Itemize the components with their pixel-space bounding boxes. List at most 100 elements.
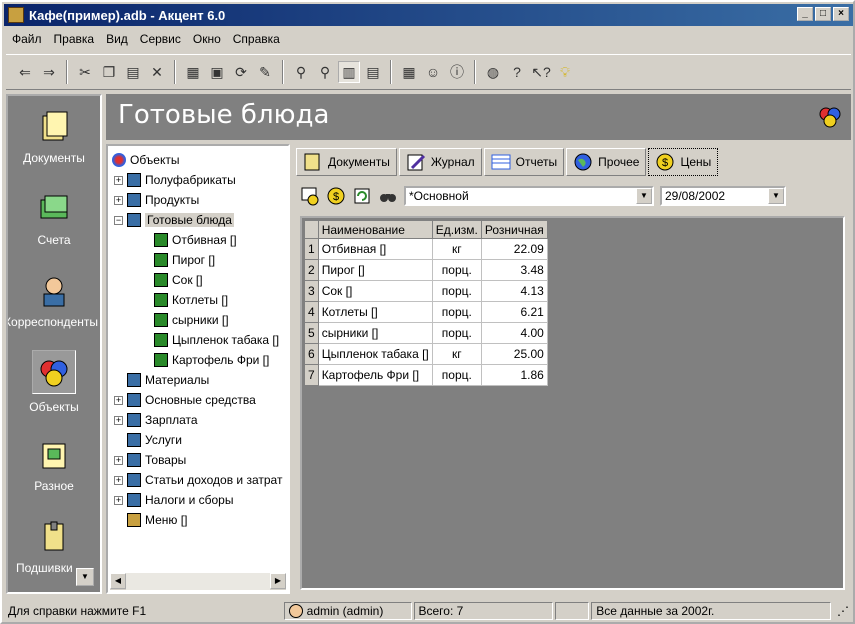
tree-node[interactable]: Меню [] [127, 510, 187, 530]
info-icon[interactable]: ⓘ [446, 61, 468, 83]
cell-name[interactable]: сырники [] [317, 322, 433, 344]
chevron-down-icon[interactable]: ▼ [636, 188, 652, 204]
tip-icon[interactable]: 💡︎ [554, 61, 576, 83]
sidebar-item-documents[interactable]: Документы [8, 110, 100, 165]
tree-node[interactable]: + Статьи доходов и затрат [114, 470, 282, 490]
refresh-icon[interactable]: ⟳ [230, 61, 252, 83]
find-icon[interactable] [378, 186, 398, 206]
tab-journal[interactable]: Журнал [398, 148, 482, 176]
object-tree[interactable]: Объекты + Полуфабрикаты + Продукты − Гот… [106, 144, 290, 594]
cell-unit[interactable]: порц. [431, 280, 482, 302]
maximize-button[interactable]: □ [815, 7, 831, 21]
cell-name[interactable]: Картофель Фри [] [317, 364, 433, 386]
expand-icon[interactable]: + [114, 395, 123, 405]
tab-prices[interactable]: $ Цены [648, 148, 719, 176]
expand-icon[interactable]: + [114, 415, 123, 425]
find-icon[interactable]: ⚲ [290, 61, 312, 83]
expand-icon[interactable]: + [114, 175, 123, 185]
tree-node[interactable]: Материалы [127, 370, 209, 390]
collapse-icon[interactable]: − [114, 215, 123, 225]
table-row[interactable]: 5 сырники [] порц. 4.00 [304, 322, 548, 344]
tab-other[interactable]: Прочее [566, 148, 647, 176]
expand-icon[interactable]: + [114, 495, 123, 505]
tree-node[interactable]: + Зарплата [114, 410, 198, 430]
menu-help[interactable]: Справка [227, 30, 286, 48]
sidebar-item-accounts[interactable]: Счета [8, 192, 100, 247]
tree-leaf[interactable]: Цыпленок табака [] [154, 330, 279, 350]
expand-icon[interactable]: + [114, 195, 123, 205]
column-header-retail[interactable]: Розничная [480, 220, 548, 239]
price-list-select[interactable]: *Основной ▼ [404, 186, 654, 206]
app-icon[interactable] [8, 7, 24, 23]
cell-price[interactable]: 22.09 [480, 238, 548, 260]
menu-service[interactable]: Сервис [134, 30, 187, 48]
tree-node[interactable]: + Продукты [114, 190, 199, 210]
new-item-icon[interactable]: ▣ [206, 61, 228, 83]
tab-reports[interactable]: Отчеты [483, 148, 565, 176]
tree-node-selected[interactable]: − Готовые блюда [114, 210, 234, 230]
chevron-down-icon[interactable]: ▼ [768, 188, 784, 204]
cell-unit[interactable]: кг [431, 238, 482, 260]
table-row[interactable]: 2 Пирог [] порц. 3.48 [304, 259, 548, 281]
tree-node[interactable]: + Основные средства [114, 390, 256, 410]
table-row[interactable]: 4 Котлеты [] порц. 6.21 [304, 301, 548, 323]
tree-view-icon[interactable]: ▥ [338, 61, 360, 83]
tree-node[interactable]: + Налоги и сборы [114, 490, 233, 510]
cell-unit[interactable]: кг [431, 343, 482, 365]
context-help-icon[interactable]: ↖? [530, 61, 552, 83]
tree-leaf[interactable]: Пирог [] [154, 250, 215, 270]
tree-leaf[interactable]: Котлеты [] [154, 290, 228, 310]
scroll-left-icon[interactable]: ◀ [110, 573, 126, 589]
tree-leaf[interactable]: Отбивная [] [154, 230, 237, 250]
price-list-icon[interactable] [300, 186, 320, 206]
sidebar-item-misc[interactable]: Разное [8, 438, 100, 493]
users-icon[interactable]: ☺ [422, 61, 444, 83]
table-row[interactable]: 6 Цыпленок табака [] кг 25.00 [304, 343, 548, 365]
table-row[interactable]: 3 Сок [] порц. 4.13 [304, 280, 548, 302]
cell-name[interactable]: Сок [] [317, 280, 433, 302]
forward-icon[interactable]: ⇒ [38, 61, 60, 83]
scroll-track[interactable] [126, 573, 270, 590]
tree-horizontal-scrollbar[interactable]: ◀ ▶ [110, 572, 286, 590]
menu-file[interactable]: Файл [6, 30, 48, 48]
tree-leaf[interactable]: сырники [] [154, 310, 229, 330]
close-button[interactable]: × [833, 7, 849, 21]
sidebar-item-binders[interactable]: Подшивки [8, 520, 100, 575]
money-icon[interactable]: $ [326, 186, 346, 206]
tree-node[interactable]: Услуги [127, 430, 182, 450]
tree-node[interactable]: + Товары [114, 450, 186, 470]
sidebar-item-correspondents[interactable]: Корреспонденты [8, 274, 100, 329]
cell-price[interactable]: 3.48 [480, 259, 548, 281]
find-next-icon[interactable]: ⚲ [314, 61, 336, 83]
tree-leaf[interactable]: Картофель Фри [] [154, 350, 269, 370]
help-icon[interactable]: ? [506, 61, 528, 83]
cell-unit[interactable]: порц. [431, 259, 482, 281]
tree-node[interactable]: + Полуфабрикаты [114, 170, 236, 190]
copy-icon[interactable]: ❐ [98, 61, 120, 83]
cell-name[interactable]: Цыпленок табака [] [317, 343, 433, 365]
cell-unit[interactable]: порц. [431, 364, 482, 386]
cell-name[interactable]: Пирог [] [317, 259, 433, 281]
column-header-name[interactable]: Наименование [317, 220, 433, 239]
table-row[interactable]: 1 Отбивная [] кг 22.09 [304, 238, 548, 260]
menu-view[interactable]: Вид [100, 30, 134, 48]
properties-icon[interactable]: ▦ [182, 61, 204, 83]
back-icon[interactable]: ⇐ [14, 61, 36, 83]
tree-leaf[interactable]: Сок [] [154, 270, 203, 290]
scroll-right-icon[interactable]: ▶ [270, 573, 286, 589]
menu-edit[interactable]: Правка [48, 30, 101, 48]
cell-price[interactable]: 4.00 [480, 322, 548, 344]
paste-icon[interactable]: ▤ [122, 61, 144, 83]
globe-icon[interactable]: ◍ [482, 61, 504, 83]
minimize-button[interactable]: _ [797, 7, 813, 21]
cell-price[interactable]: 6.21 [480, 301, 548, 323]
resize-grip-icon[interactable]: ⋰ [833, 602, 853, 620]
sidebar-scroll-down-button[interactable]: ▼ [76, 568, 94, 586]
cell-unit[interactable]: порц. [431, 301, 482, 323]
date-select[interactable]: 29/08/2002 ▼ [660, 186, 786, 206]
refresh-icon[interactable] [352, 186, 372, 206]
tree-root[interactable]: Объекты [112, 150, 180, 170]
expand-icon[interactable]: + [114, 475, 123, 485]
list-view-icon[interactable]: ▤ [362, 61, 384, 83]
table-row[interactable]: 7 Картофель Фри [] порц. 1.86 [304, 364, 548, 386]
